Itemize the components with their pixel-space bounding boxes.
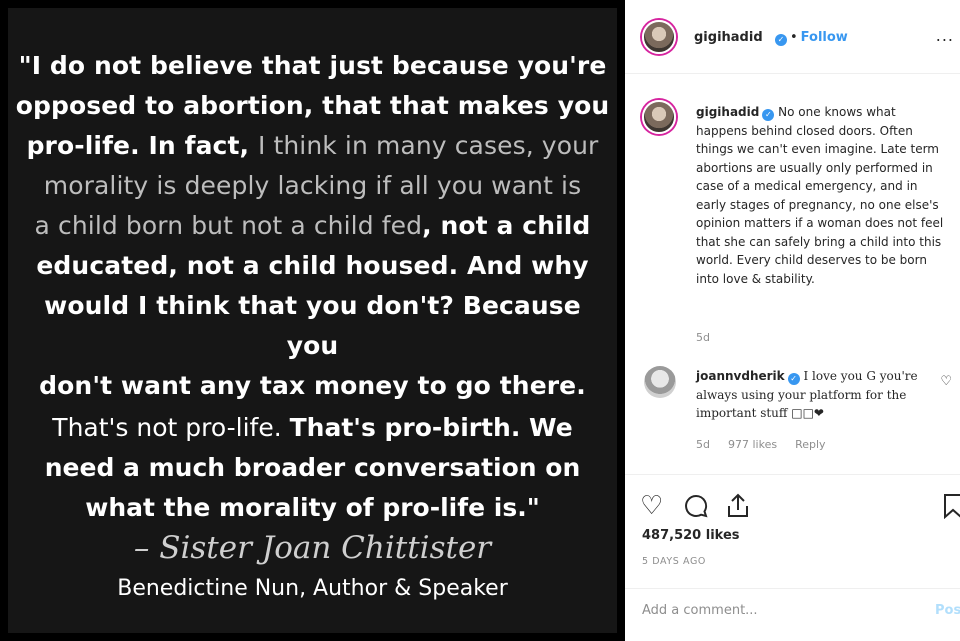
quote-author: – Sister Joan Chittister (133, 530, 492, 566)
caption-text: gigihadid ✓ No one knows what happens beh… (696, 103, 946, 288)
share-icon[interactable] (725, 493, 751, 524)
comment-likes[interactable]: 977 likes (728, 438, 777, 451)
quote-line: morality is deeply lacking if all you wa… (43, 171, 582, 200)
quote-text-2: That's not pro-life. That's pro-birth. W… (14, 408, 611, 528)
more-options-icon[interactable]: ... (936, 26, 954, 45)
post-sidebar: gigihadid ✓ • Follow ... gigihadid ✓ No one… (625, 0, 960, 641)
quote-line: That's not pro-life. (52, 413, 290, 442)
quote-line: I think in many cases, your (257, 131, 599, 160)
quote-line: don't want any tax money to go there. (39, 371, 586, 400)
quote-line: need a much broader conversation on (44, 453, 581, 482)
heart-icon[interactable]: ♡ (640, 493, 663, 519)
quote-author-role: Benedictine Nun, Author & Speaker (117, 576, 508, 601)
avatar[interactable] (644, 366, 676, 398)
verified-badge-icon: ✓ (762, 109, 775, 121)
verified-badge-icon: ✓ (775, 34, 787, 46)
quote-line: That's pro-birth. We (289, 413, 573, 442)
comment-timestamp: 5d (696, 438, 710, 451)
add-comment-input[interactable] (642, 603, 912, 618)
header-meta: ✓ • Follow (772, 30, 848, 46)
quote-line: pro-life. In fact, (26, 131, 258, 160)
quote-line: would I think that you don't? Because yo… (44, 291, 581, 360)
caption-username[interactable]: gigihadid (696, 105, 759, 119)
quote-line: what the morality of pro-life is." (85, 493, 540, 522)
quote-text: "I do not believe that just because you'… (14, 46, 611, 406)
quote-line: a child born but not a child fed (34, 211, 423, 240)
comment-meta: 5d 977 likes Reply (696, 438, 844, 451)
avatar[interactable] (642, 100, 676, 134)
quote-line: opposed to abortion, that that makes you (15, 91, 610, 120)
follow-button[interactable]: Follow (801, 30, 848, 45)
comment-like-heart-icon[interactable]: ♡ (940, 374, 952, 389)
caption-body: No one knows what happens behind closed … (696, 105, 944, 286)
post-image[interactable]: "I do not believe that just because you'… (0, 0, 625, 641)
reply-button[interactable]: Reply (795, 438, 825, 451)
caption-timestamp: 5d (696, 331, 710, 344)
post-timestamp: 5 DAYS AGO (642, 556, 706, 567)
post-comment-button[interactable]: Post (935, 603, 960, 618)
quote-line: , not a child (422, 211, 591, 240)
comment-username[interactable]: joannvdherik (696, 369, 785, 383)
comment-text: joannvdherik ✓ I love you G you're always… (696, 367, 936, 423)
bookmark-icon[interactable] (943, 493, 960, 524)
comment-icon[interactable] (683, 493, 709, 524)
quote-line: educated, not a child housed. And why (36, 251, 589, 280)
avatar[interactable] (642, 20, 676, 54)
add-comment-box: Post (625, 588, 960, 641)
header-username[interactable]: gigihadid (694, 30, 763, 45)
quote-line: "I do not believe that just because you'… (18, 51, 607, 80)
post-header: gigihadid ✓ • Follow ... (625, 0, 960, 74)
verified-badge-icon: ✓ (787, 373, 800, 385)
separator-dot: • (790, 30, 798, 45)
like-count[interactable]: 487,520 likes (642, 528, 740, 543)
